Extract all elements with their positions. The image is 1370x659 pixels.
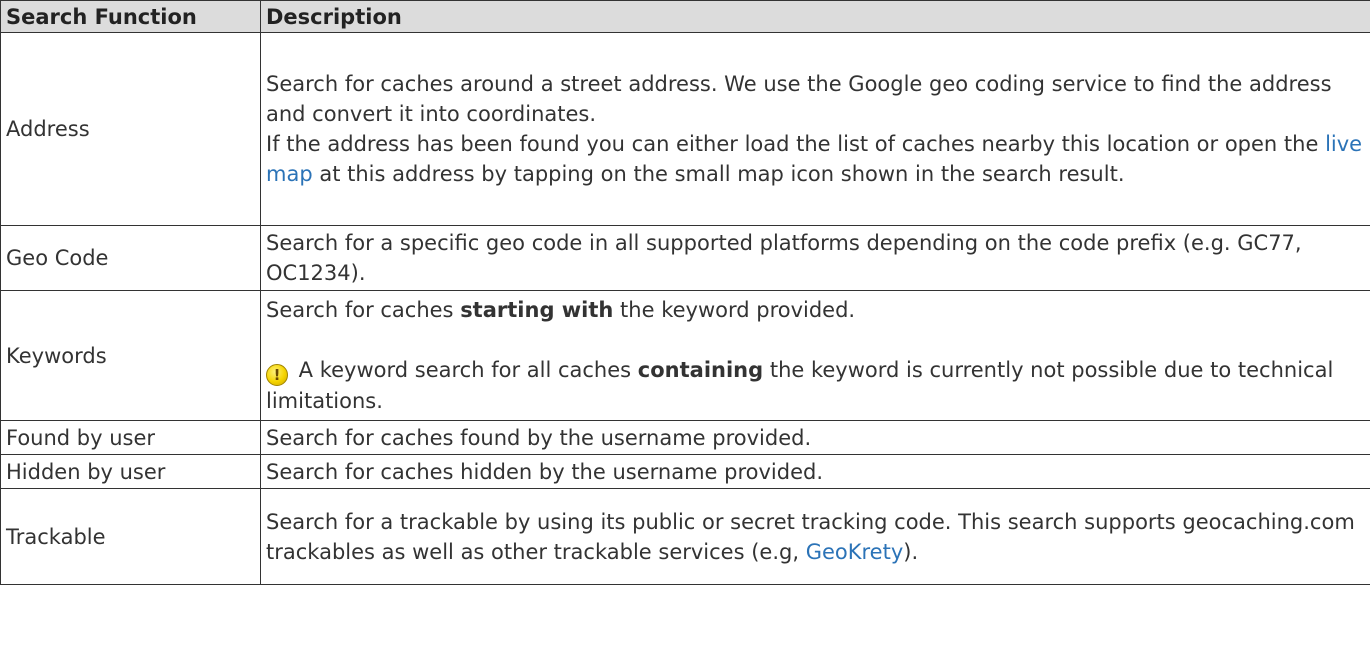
keywords-description-p2-pre: A keyword search for all caches [292,358,638,382]
table-row-found-by-user: Found by user Search for caches found by… [0,420,1370,455]
function-name-address: Address [0,32,261,226]
header-description: Description [260,0,1370,33]
header-search-function: Search Function [0,0,261,33]
keywords-description-p1-post: the keyword provided. [613,298,856,322]
table-row-address: Address Search for caches around a stree… [0,32,1370,226]
address-description-line1: Search for caches around a street addres… [266,72,1332,126]
description-found-by-user: Search for caches found by the username … [260,420,1370,455]
function-name-keywords: Keywords [0,290,261,421]
table-row-trackable: Trackable Search for a trackable by usin… [0,488,1370,585]
description-hidden-by-user: Search for caches hidden by the username… [260,454,1370,489]
search-functions-table: Search Function Description Address Sear… [0,0,1370,585]
address-description-line2-pre: If the address has been found you can ei… [266,132,1326,156]
geokrety-link[interactable]: GeoKrety [806,540,904,564]
keywords-starting-with-bold: starting with [460,298,614,322]
table-row-geo-code: Geo Code Search for a specific geo code … [0,225,1370,291]
function-name-trackable: Trackable [0,488,261,585]
warning-icon: ! [266,364,288,386]
description-address: Search for caches around a street addres… [260,32,1370,226]
keywords-description-p1-pre: Search for caches [266,298,461,322]
table-header-row: Search Function Description [0,0,1370,33]
description-trackable: Search for a trackable by using its publ… [260,488,1370,585]
table-row-keywords: Keywords Search for caches starting with… [0,290,1370,421]
function-name-found-by-user: Found by user [0,420,261,455]
description-geo-code: Search for a specific geo code in all su… [260,225,1370,291]
function-name-hidden-by-user: Hidden by user [0,454,261,489]
trackable-description-post: ). [903,539,919,564]
description-keywords: Search for caches starting with the keyw… [260,290,1370,421]
keywords-containing-bold: containing [637,358,764,382]
function-name-geo-code: Geo Code [0,225,261,291]
table-row-hidden-by-user: Hidden by user Search for caches hidden … [0,454,1370,489]
address-description-line2-post: at this address by tapping on the small … [312,162,1125,186]
